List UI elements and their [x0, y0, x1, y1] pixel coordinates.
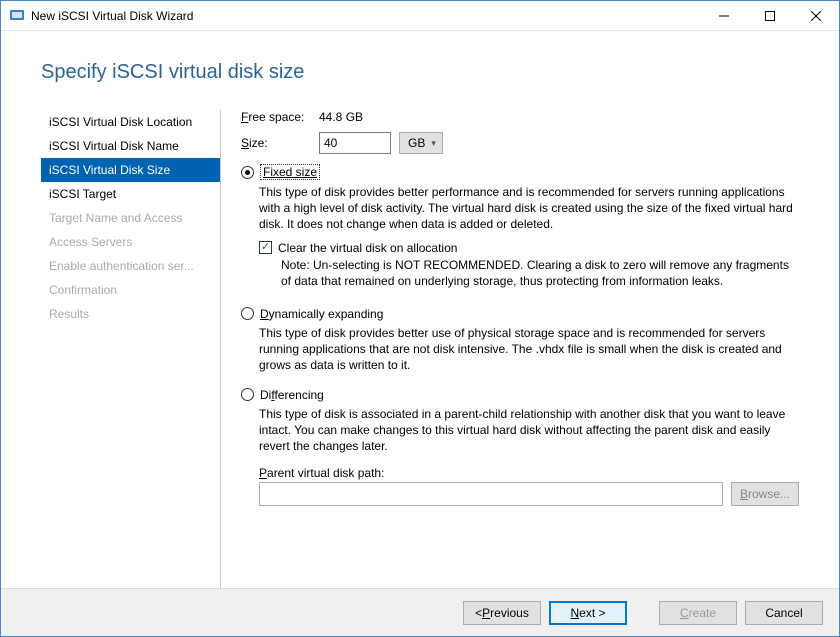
minimize-button[interactable] — [701, 1, 747, 31]
parent-path-input[interactable] — [259, 482, 723, 506]
step-disk-name[interactable]: iSCSI Virtual Disk Name — [41, 134, 220, 158]
app-icon — [9, 8, 25, 24]
size-label: Size: — [241, 136, 319, 150]
step-target-name: Target Name and Access — [41, 206, 220, 230]
wizard-steps: iSCSI Virtual Disk Location iSCSI Virtua… — [41, 110, 221, 588]
differencing-desc: This type of disk is associated in a par… — [259, 406, 799, 455]
radio-dynamic-label: Dynamically expanding — [260, 307, 383, 321]
step-access-servers: Access Servers — [41, 230, 220, 254]
step-confirmation: Confirmation — [41, 278, 220, 302]
radio-dynamic[interactable] — [241, 307, 254, 320]
step-authentication: Enable authentication ser... — [41, 254, 220, 278]
cancel-button[interactable]: Cancel — [745, 601, 823, 625]
previous-button[interactable]: < Previous — [463, 601, 541, 625]
radio-differencing[interactable] — [241, 388, 254, 401]
next-button[interactable]: Next > — [549, 601, 627, 625]
free-space-value: 44.8 GB — [319, 110, 363, 124]
size-unit-select[interactable]: GB ▾ — [399, 132, 443, 154]
radio-differencing-label: Differencing — [260, 388, 324, 402]
titlebar: New iSCSI Virtual Disk Wizard — [1, 1, 839, 31]
clear-disk-note: Note: Un-selecting is NOT RECOMMENDED. C… — [281, 257, 799, 289]
step-disk-location[interactable]: iSCSI Virtual Disk Location — [41, 110, 220, 134]
maximize-button[interactable] — [747, 1, 793, 31]
page-title: Specify iSCSI virtual disk size — [41, 61, 799, 84]
dynamic-desc: This type of disk provides better use of… — [259, 325, 799, 374]
browse-button[interactable]: Browse... — [731, 482, 799, 506]
main-panel: Free space: 44.8 GB Size: GB ▾ Fixed siz… — [221, 110, 799, 588]
create-button: Create — [659, 601, 737, 625]
fixed-size-desc: This type of disk provides better perfor… — [259, 184, 799, 233]
radio-fixed-size-label: Fixed size — [260, 164, 320, 180]
parent-path-label: Parent virtual disk path: — [259, 466, 799, 480]
size-input[interactable] — [319, 132, 391, 154]
step-disk-size[interactable]: iSCSI Virtual Disk Size — [41, 158, 220, 182]
step-iscsi-target[interactable]: iSCSI Target — [41, 182, 220, 206]
free-space-label: Free space: — [241, 110, 319, 124]
window-title: New iSCSI Virtual Disk Wizard — [31, 9, 701, 23]
radio-fixed-size[interactable] — [241, 166, 254, 179]
chevron-down-icon: ▾ — [431, 138, 436, 149]
checkbox-clear-disk[interactable]: ✓ — [259, 241, 272, 254]
close-button[interactable] — [793, 1, 839, 31]
size-unit-value: GB — [408, 136, 425, 150]
checkbox-clear-disk-label: Clear the virtual disk on allocation — [278, 241, 457, 255]
wizard-footer: < Previous Next > Create Cancel — [1, 588, 839, 636]
step-results: Results — [41, 302, 220, 326]
